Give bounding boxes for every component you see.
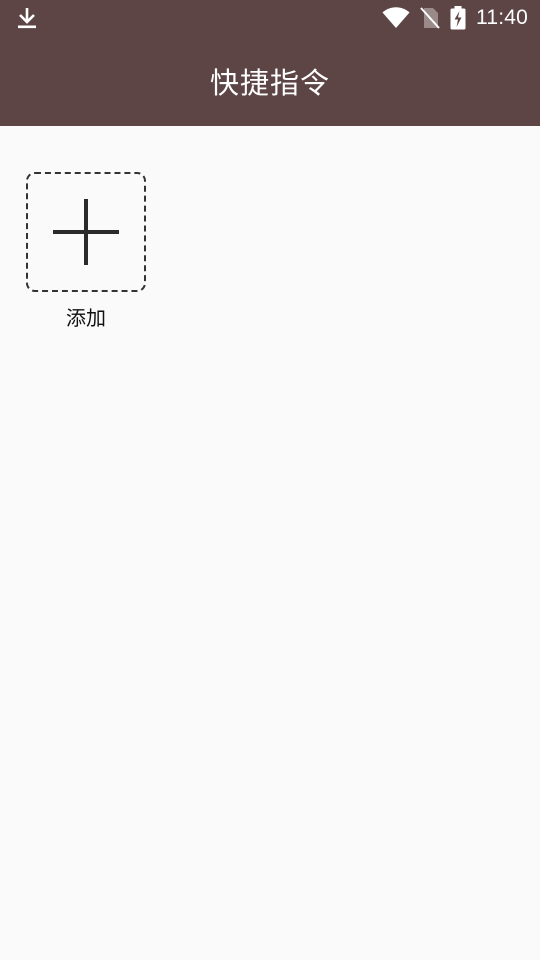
- add-shortcut-button[interactable]: 添加: [26, 172, 146, 331]
- add-tile-box[interactable]: [26, 172, 146, 292]
- plus-icon: [51, 197, 121, 267]
- add-tile-label: 添加: [66, 306, 106, 330]
- battery-charging-icon: [450, 6, 466, 30]
- status-bar: 11:40: [0, 0, 540, 36]
- clock-time: 11:40: [476, 6, 528, 29]
- status-icons: 11:40: [382, 0, 528, 36]
- app-bar: 快捷指令: [0, 36, 540, 126]
- download-icon: [16, 6, 38, 30]
- no-sim-icon: [420, 7, 440, 29]
- shortcut-grid: 添加: [0, 126, 540, 960]
- page-title: 快捷指令: [209, 66, 330, 100]
- wifi-icon: [382, 7, 410, 29]
